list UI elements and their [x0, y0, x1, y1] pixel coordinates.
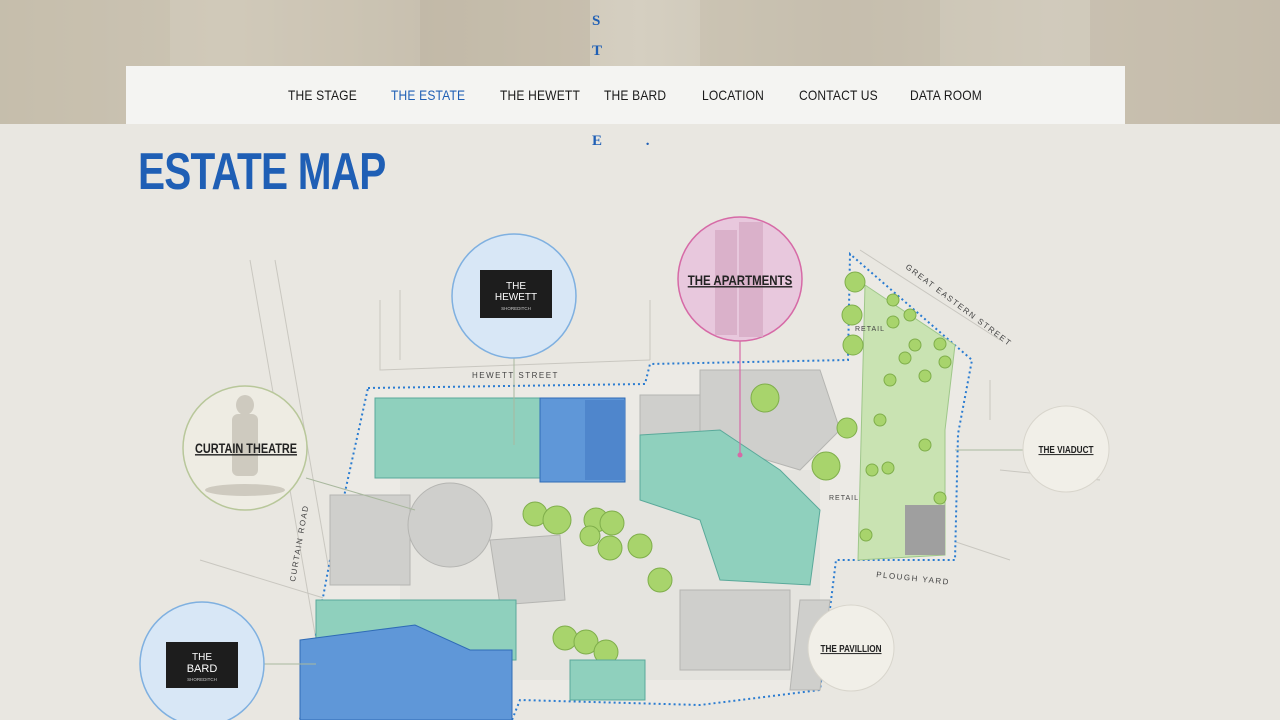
curtain-theatre-label: CURTAIN THEATRE [195, 441, 297, 457]
bard-bubble[interactable]: THE BARD SHOREDITCH [139, 601, 265, 720]
street-label-hewett: HEWETT STREET [472, 371, 559, 380]
nav-item-the-hewett[interactable]: THE HEWETT [500, 66, 580, 124]
apartments-pin [737, 452, 743, 458]
retail-label-1: RETAIL [855, 326, 885, 333]
hewett-logo-line3: SHOREDITCH [501, 306, 531, 311]
hewett-bubble[interactable]: THE HEWETT SHOREDITCH [451, 233, 577, 359]
nav-item-contact-us[interactable]: CONTACT US [799, 66, 878, 124]
estate-map: HEWETT STREET GREAT EASTERN STREET CURTA… [139, 216, 1110, 720]
viaduct-label: THE VIADUCT [1038, 444, 1093, 455]
nav-item-the-stage[interactable]: THE STAGE [288, 66, 357, 124]
nav-item-location[interactable]: LOCATION [702, 66, 764, 124]
nav-item-the-estate[interactable]: THE ESTATE [391, 66, 465, 124]
bard-logo-line2: BARD [187, 663, 218, 675]
apartments-label: THE APARTMENTS [688, 272, 793, 288]
pavillion-bubble[interactable]: THE PAVILLION [807, 604, 895, 692]
pavillion-teal-block[interactable] [569, 659, 646, 701]
page-title: ESTATE MAP [138, 143, 386, 201]
retail-label-2: RETAIL [829, 495, 859, 502]
main-navigation: THE STAGE THE ESTATE THE HEWETT THE BARD… [126, 66, 1125, 124]
curtain-theatre-bubble[interactable]: CURTAIN THEATRE [182, 385, 308, 511]
viaduct-bubble[interactable]: THE VIADUCT [1022, 405, 1110, 493]
hewett-blue-core [585, 400, 625, 480]
street-label-plough-yard: PLOUGH YARD [876, 570, 951, 587]
apartments-bubble[interactable]: THE APARTMENTS [677, 216, 803, 342]
nav-item-data-room[interactable]: DATA ROOM [910, 66, 982, 124]
hewett-teal-block[interactable] [374, 397, 541, 479]
street-label-curtain-road: CURTAIN ROAD [288, 504, 310, 583]
hewett-logo-line2: HEWETT [495, 292, 537, 303]
nav-item-the-bard[interactable]: THE BARD [604, 66, 666, 124]
pavillion-label: THE PAVILLION [820, 643, 881, 654]
park-building [905, 505, 945, 555]
hewett-logo-line1: THE [506, 281, 526, 292]
bard-logo-line3: SHOREDITCH [187, 677, 217, 682]
bard-logo-line1: THE [192, 652, 212, 663]
